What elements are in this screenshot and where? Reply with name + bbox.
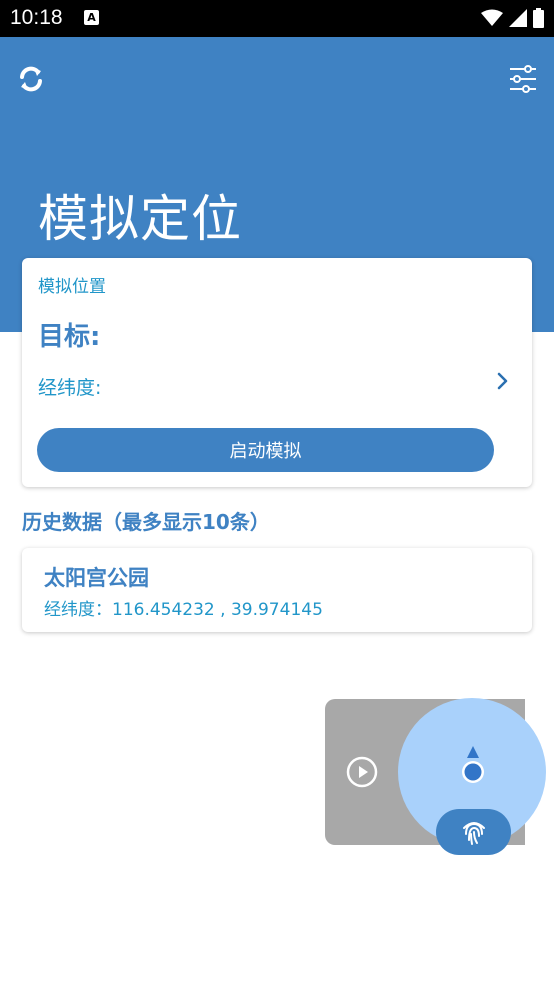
signal-icon (509, 9, 527, 27)
target-label[interactable]: 目标: (38, 316, 100, 353)
status-bar: 10:18 A (0, 0, 554, 37)
wifi-icon (481, 9, 503, 26)
page-title: 模拟定位 (38, 190, 242, 248)
fingerprint-button[interactable] (436, 809, 511, 855)
fingerprint-icon (462, 822, 485, 845)
list-item[interactable]: 太阳宫公园 经纬度：116.454232 , 39.974145 (22, 548, 532, 632)
status-icons (481, 8, 544, 28)
location-arrow-icon[interactable] (457, 745, 489, 787)
start-simulation-button[interactable]: 启动模拟 (37, 428, 494, 472)
simulate-location-card: 模拟位置 目标: 经纬度: 启动模拟 (22, 258, 532, 487)
notification-badge-icon: A (84, 10, 99, 25)
sliders-icon[interactable] (508, 64, 538, 94)
play-circle-icon[interactable] (346, 756, 378, 788)
chevron-right-icon[interactable] (496, 371, 510, 391)
section-label: 模拟位置 (38, 277, 106, 297)
status-time: 10:18 (10, 6, 63, 29)
coordinates-label[interactable]: 经纬度: (38, 373, 101, 400)
history-item-coordinates: 经纬度：116.454232 , 39.974145 (44, 600, 323, 620)
refresh-icon[interactable] (16, 64, 46, 94)
history-title: 历史数据（最多显示10条） (22, 510, 270, 534)
history-item-name: 太阳宫公园 (44, 566, 149, 590)
battery-icon (533, 8, 544, 28)
